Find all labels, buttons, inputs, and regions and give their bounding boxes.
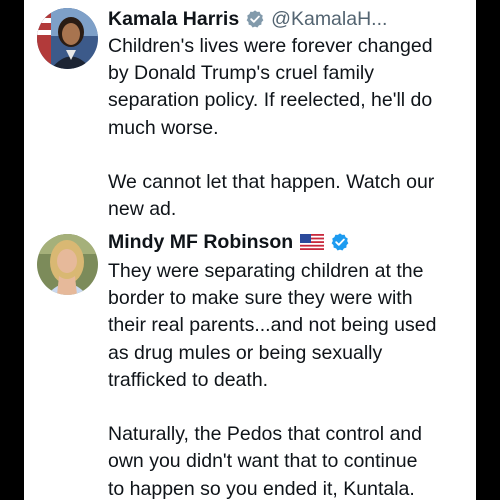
- post-text-gap: [108, 142, 468, 169]
- author-name[interactable]: Kamala Harris: [108, 8, 239, 31]
- post-text-gap: [108, 394, 468, 421]
- post-text-line: trafficked to death.: [108, 368, 269, 391]
- post-text-line: much worse.: [108, 116, 219, 139]
- post-text-line: Naturally, the Pedos that control and: [108, 423, 422, 446]
- verified-badge-icon: [331, 233, 349, 251]
- post-text-line: their real parents...and not being used: [108, 314, 437, 337]
- post-text-line: by Donald Trump's cruel family: [108, 62, 374, 85]
- author-name[interactable]: Mindy MF Robinson: [108, 231, 293, 254]
- post-text-line: separation policy. If reelected, he'll d…: [108, 89, 433, 112]
- post-text: They were separating children at the bor…: [108, 258, 468, 500]
- tweet-thread: Kamala Harris @KamalaH... Children's liv…: [24, 0, 476, 500]
- verified-badge-icon: [246, 10, 264, 28]
- post-text-line: to happen so you ended it, Kuntala.: [108, 477, 415, 500]
- post-header: Kamala Harris @KamalaH...: [108, 5, 387, 33]
- post-text: Children's lives were forever changed by…: [108, 33, 468, 223]
- post-text-line: as drug mules or being sexually: [108, 341, 383, 364]
- post-text-line: They were separating children at the: [108, 260, 424, 282]
- post-text-line: We cannot let that happen. Watch our: [108, 170, 435, 193]
- us-flag-icon: [300, 234, 325, 250]
- avatar[interactable]: [37, 234, 98, 295]
- post-text-line: Children's lives were forever changed: [108, 35, 433, 57]
- post-text-line: own you didn't want that to continue: [108, 450, 418, 473]
- author-handle[interactable]: @KamalaH...: [271, 8, 387, 31]
- post-text-line: new ad.: [108, 198, 177, 221]
- avatar[interactable]: [37, 8, 98, 69]
- post-text-line: border to make sure they were with: [108, 287, 413, 310]
- post-header: Mindy MF Robinson: [108, 228, 350, 256]
